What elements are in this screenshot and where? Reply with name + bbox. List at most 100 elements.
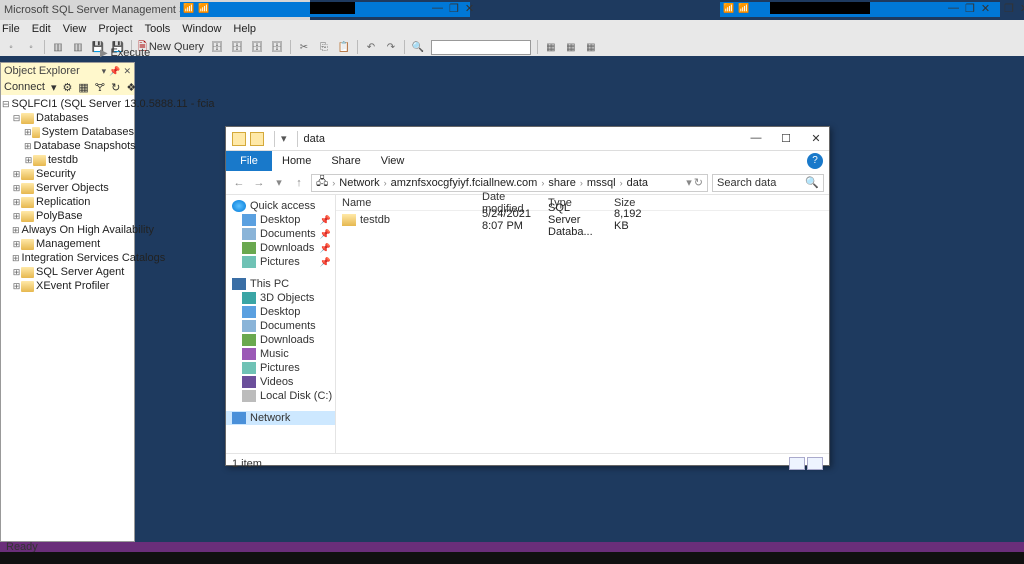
ribbon-file[interactable]: File [226,151,272,171]
col-name[interactable]: Name [336,195,476,210]
ribbon-home[interactable]: Home [272,155,321,167]
ribbon-view[interactable]: View [371,155,415,167]
nav-label: Desktop [260,214,300,226]
menu-tools[interactable]: Tools [145,23,171,35]
find-icon[interactable]: 🔍 [411,40,425,54]
tool-icon[interactable]: ▦ [584,40,598,54]
quick-launch-input[interactable] [431,40,531,55]
remote-bar-2-winbuttons[interactable]: —❐✕ [948,2,990,15]
tool-icon[interactable]: ▦ [78,81,88,94]
tree-aoha[interactable]: ⊞Always On High Availability [1,223,134,237]
menu-project[interactable]: Project [98,23,132,35]
tree-databases[interactable]: ⊟Databases [1,111,134,125]
view-large-button[interactable] [807,457,823,470]
minimize-button[interactable]: — [749,132,763,145]
node-label: Security [36,168,76,180]
tree-isc[interactable]: ⊞Integration Services Catalogs [1,251,134,265]
crumb-share[interactable]: share [548,177,576,189]
tool-icon[interactable]: ▦ [564,40,578,54]
tree-polybase[interactable]: ⊞PolyBase [1,209,134,223]
close-icon[interactable]: ✕ [123,66,131,76]
tree-server-objects[interactable]: ⊞Server Objects [1,181,134,195]
recent-dropdown[interactable]: ▾ [271,176,287,189]
nav-fwd-icon[interactable]: ◦ [24,40,38,54]
crumb-data[interactable]: data [627,177,648,189]
connect-button[interactable]: Connect [4,81,45,93]
node-label: Databases [36,112,89,124]
nav-desktop-2[interactable]: Desktop [226,305,335,319]
maximize-button[interactable]: ☐ [779,132,793,145]
db-icon[interactable]: 🗄 [230,40,244,54]
crumb-network[interactable]: Network [339,177,379,189]
refresh-icon[interactable]: ↻ [111,81,120,94]
cut-icon[interactable]: ✂ [297,40,311,54]
menu-file[interactable]: File [2,23,20,35]
redo-icon[interactable]: ↷ [384,40,398,54]
ribbon-share[interactable]: Share [321,155,370,167]
nav-back-icon[interactable]: ◦ [4,40,18,54]
forward-button[interactable]: → [251,177,267,189]
nav-videos[interactable]: Videos [226,375,335,389]
crumb-host[interactable]: amznfsxocgfyiyf.fciallnew.com [391,177,538,189]
nav-downloads-2[interactable]: Downloads [226,333,335,347]
file-row[interactable]: testdb 5/24/2021 8:07 PM SQL Server Data… [336,211,829,228]
nav-local-disk[interactable]: Local Disk (C:) [226,389,335,403]
windows-taskbar[interactable] [0,552,1024,564]
tree-replication[interactable]: ⊞Replication [1,195,134,209]
execute-button[interactable]: ▶ Execute [100,47,150,59]
back-button[interactable]: ← [231,177,247,189]
help-icon[interactable]: ? [807,153,823,169]
tree-snapshots[interactable]: ⊞Database Snapshots [1,139,134,153]
menu-view[interactable]: View [63,23,87,35]
tree-server[interactable]: ⊟SQLFCI1 (SQL Server 13.0.5888.11 - fcia [1,97,134,111]
menu-help[interactable]: Help [233,23,256,35]
nav-quick-access[interactable]: Quick access [226,199,335,213]
nav-this-pc[interactable]: This PC [226,277,335,291]
history-dropdown-icon[interactable]: ▾ [686,176,692,189]
dropdown-icon[interactable]: ▾ [51,81,57,94]
close-button[interactable]: ✕ [809,132,823,145]
tree-testdb[interactable]: ⊞testdb [1,153,134,167]
menu-edit[interactable]: Edit [32,23,51,35]
db-icon[interactable]: 🗄 [210,40,224,54]
refresh-icon[interactable]: ↻ [694,176,703,189]
view-details-button[interactable] [789,457,805,470]
undo-icon[interactable]: ↶ [364,40,378,54]
db-icon[interactable]: 🗄 [270,40,284,54]
up-button[interactable]: ↑ [291,177,307,189]
nav-music[interactable]: Music [226,347,335,361]
tool-icon[interactable]: ▦ [544,40,558,54]
paste-icon[interactable]: 📋 [337,40,351,54]
crumb-mssql[interactable]: mssql [587,177,616,189]
tree-xevent[interactable]: ⊞XEvent Profiler [1,279,134,293]
open-icon[interactable]: ▥ [71,40,85,54]
pin-icon[interactable]: 📌 [109,66,120,76]
nav-downloads[interactable]: Downloads📌 [226,241,335,255]
menu-window[interactable]: Window [182,23,221,35]
copy-icon[interactable]: ⎘ [317,40,331,54]
tool-icon[interactable]: ❖ [126,81,136,94]
nav-network[interactable]: Network [226,411,335,425]
panel-controls[interactable]: ▾ 📌 ✕ [102,65,131,77]
nav-pictures[interactable]: Pictures📌 [226,255,335,269]
qat-dropdown-icon[interactable]: ▾ [281,132,287,145]
new-icon[interactable]: ▥ [51,40,65,54]
nav-documents[interactable]: Documents📌 [226,227,335,241]
remote-bar-1-winbuttons[interactable]: —❐✕ [432,2,474,15]
outer-winbuttons[interactable]: ❐✕ [1004,2,1024,15]
nav-documents-2[interactable]: Documents [226,319,335,333]
dropdown-icon[interactable]: ▾ [102,66,107,76]
filter-icon[interactable]: 🝖 [95,76,105,98]
tool-icon[interactable]: ⚙ [63,81,73,94]
tree-agent[interactable]: ⊞SQL Server Agent [1,265,134,279]
tree-security[interactable]: ⊞Security [1,167,134,181]
search-box[interactable]: Search data 🔍 [712,174,824,192]
address-bar[interactable]: 🖧 › Network› amznfsxocgfyiyf.fciallnew.c… [311,174,708,192]
db-icon[interactable]: 🗄 [250,40,264,54]
nav-pictures-2[interactable]: Pictures [226,361,335,375]
nav-3d-objects[interactable]: 3D Objects [226,291,335,305]
tree-system-databases[interactable]: ⊞System Databases [1,125,134,139]
nav-desktop[interactable]: Desktop📌 [226,213,335,227]
tree-management[interactable]: ⊞Management [1,237,134,251]
explorer-titlebar[interactable]: ▾ data — ☐ ✕ [226,127,829,151]
